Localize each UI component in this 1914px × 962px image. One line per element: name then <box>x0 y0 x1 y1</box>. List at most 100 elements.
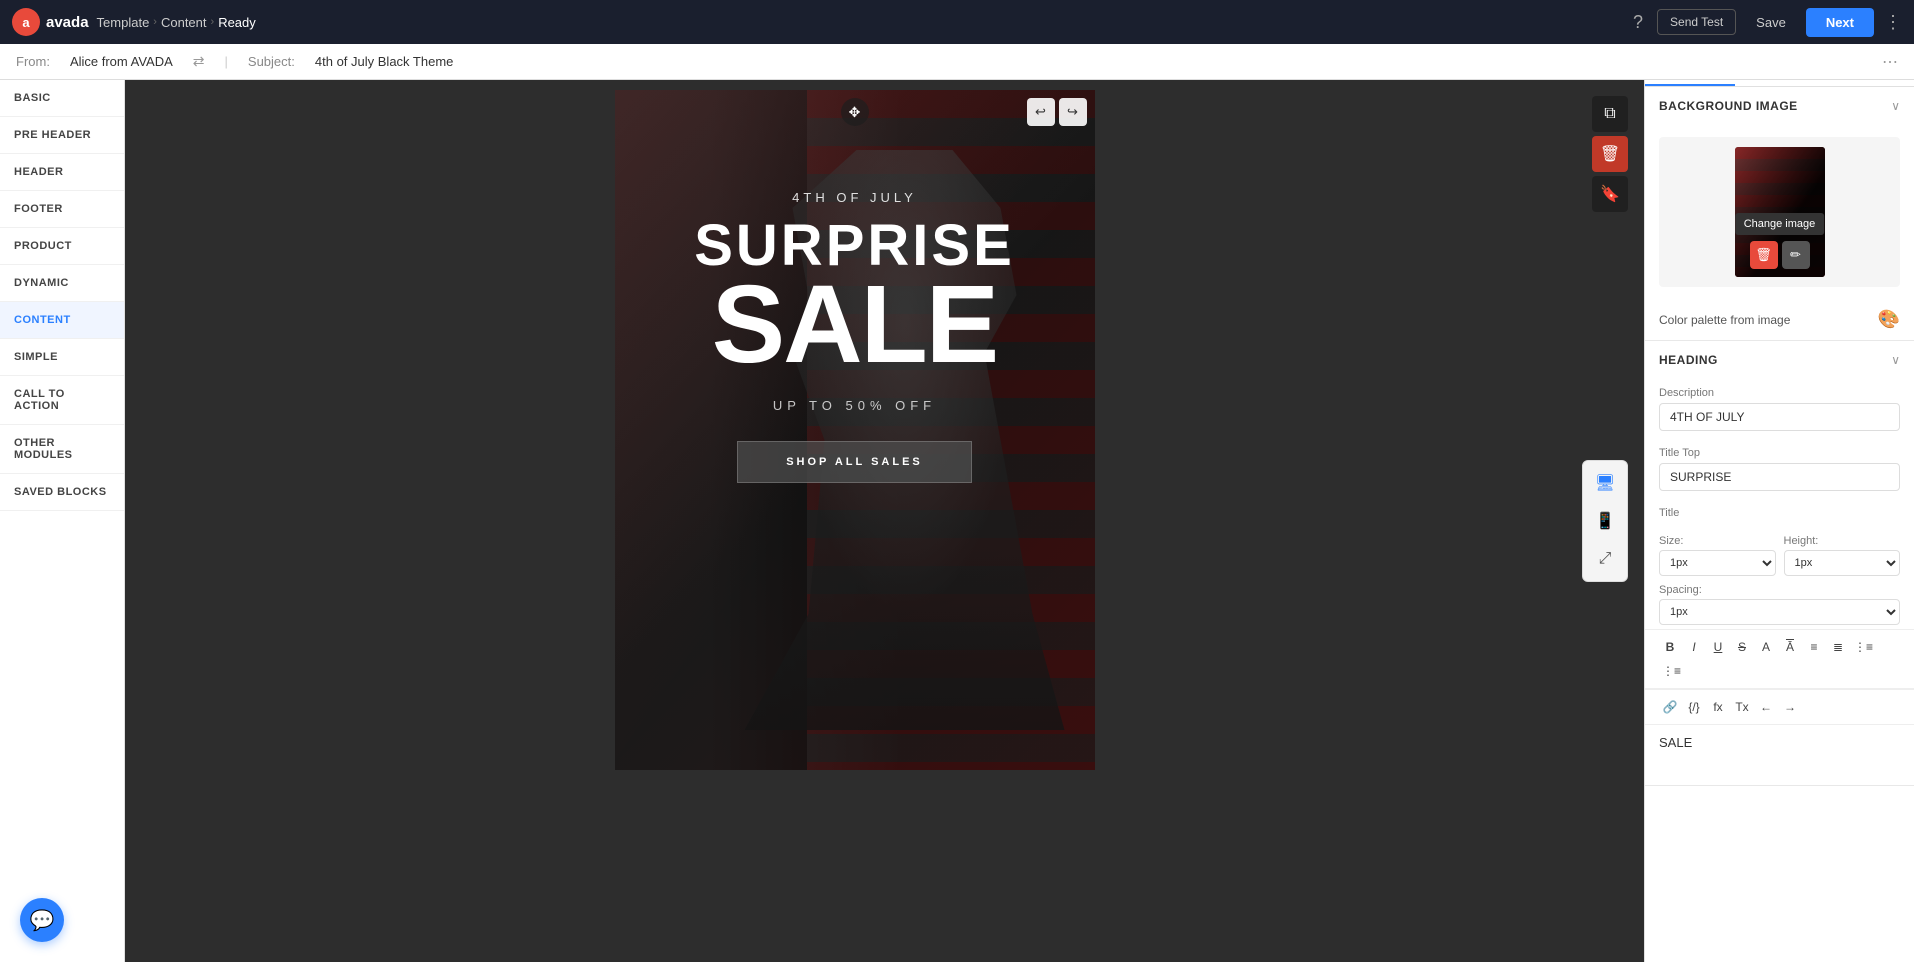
undo-button[interactable]: ↩ <box>1027 98 1055 126</box>
size-height-row: Size: 1px Height: 1px <box>1645 531 1914 580</box>
sidebar-item-other-modules[interactable]: OTHER MODULES <box>0 425 124 474</box>
size-select[interactable]: 1px <box>1659 550 1776 576</box>
height-select[interactable]: 1px <box>1784 550 1901 576</box>
rte-underline[interactable]: U <box>1707 636 1729 658</box>
height-field: Height: 1px <box>1784 535 1901 576</box>
canvas-toolbar: ⧉ 🗑 🔖 <box>1592 96 1628 212</box>
edit-image-button[interactable]: ✏ <box>1782 241 1810 269</box>
from-value: Alice from AVADA <box>70 54 173 69</box>
move-handle[interactable]: ✥ <box>841 98 869 126</box>
bg-image-preview: 🗑 ✏ Change image <box>1659 137 1900 287</box>
sidebar-item-content[interactable]: CONTENT <box>0 302 124 339</box>
rte-indent-right[interactable]: → <box>1779 696 1801 718</box>
left-sidebar: BASIC PRE HEADER HEADER FOOTER PRODUCT D… <box>0 80 125 962</box>
subject-label: Subject: <box>248 54 295 69</box>
size-label: Size: <box>1659 535 1776 547</box>
redo-button[interactable]: ↪ <box>1059 98 1087 126</box>
title-top-label: Title Top <box>1659 447 1900 459</box>
banner-background: 4TH OF JULY SURPRISE SALE UP TO 50% OFF … <box>615 90 1095 770</box>
height-label: Height: <box>1784 535 1901 547</box>
chat-icon: 💬 <box>30 908 55 933</box>
sidebar-item-saved-blocks[interactable]: SAVED BLOCKS <box>0 474 124 511</box>
save-button[interactable]: Save <box>1746 10 1796 35</box>
avada-logo-text: avada <box>46 14 89 31</box>
rte-function[interactable]: fx <box>1707 696 1729 718</box>
rte-italic[interactable]: I <box>1683 636 1705 658</box>
rte-content[interactable]: SALE <box>1645 725 1914 785</box>
rte-strikethrough[interactable]: S <box>1731 636 1753 658</box>
main-canvas: ⧉ 🗑 🔖 ✥ ↩ ↪ 4TH OF JULY <box>125 80 1644 962</box>
sidebar-item-basic[interactable]: BASIC <box>0 80 124 117</box>
delete-block-button[interactable]: 🗑 <box>1592 136 1628 172</box>
description-input[interactable] <box>1659 403 1900 431</box>
breadcrumb-sep-2: › <box>211 16 215 28</box>
rte-link[interactable]: 🔗 <box>1659 696 1681 718</box>
delete-image-button[interactable]: 🗑 <box>1750 241 1778 269</box>
sidebar-item-footer[interactable]: FOOTER <box>0 191 124 228</box>
rte-align-center[interactable]: ≣ <box>1827 636 1849 658</box>
email-preview[interactable]: ✥ ↩ ↪ 4TH OF JULY SURPRISE SALE UP TO 50 <box>615 90 1095 770</box>
email-preview-wrap: ✥ ↩ ↪ 4TH OF JULY SURPRISE SALE UP TO 50 <box>125 80 1584 962</box>
banner-subtitle: 4TH OF JULY <box>792 190 917 205</box>
from-label: From: <box>16 54 50 69</box>
color-palette-row: Color palette from image 🎨 <box>1645 299 1914 340</box>
view-toggle: 🖥 📱 ⤢ <box>1582 460 1628 582</box>
sidebar-item-call-to-action[interactable]: CALL TO ACTION <box>0 376 124 425</box>
topbar-right: ? Send Test Save Next ⋮ <box>1629 8 1902 37</box>
send-test-button[interactable]: Send Test <box>1657 9 1736 35</box>
subject-value: 4th of July Black Theme <box>315 54 454 69</box>
mobile-view-button[interactable]: 📱 <box>1587 503 1623 539</box>
sidebar-item-product[interactable]: PRODUCT <box>0 228 124 265</box>
banner-cta-button[interactable]: SHOP ALL SALES <box>737 441 972 483</box>
description-field: Description <box>1645 379 1914 439</box>
title-field-label: Title <box>1645 499 1914 531</box>
rte-text-format[interactable]: Tx <box>1731 696 1753 718</box>
next-button[interactable]: Next <box>1806 8 1874 37</box>
topbar-left: a avada Template › Content › Ready <box>12 8 256 36</box>
rte-toolbar-row2: 🔗 {/} fx Tx ← → <box>1645 689 1914 725</box>
rte-list-ordered[interactable]: ⋮≡ <box>1659 660 1684 682</box>
breadcrumb-template[interactable]: Template <box>97 15 150 30</box>
fullscreen-button[interactable]: ⤢ <box>1587 541 1623 577</box>
infobar-separator: | <box>225 54 228 69</box>
spacing-select[interactable]: 1px <box>1659 599 1900 625</box>
spacing-row: Spacing: 1px <box>1645 580 1914 629</box>
banner-title-main: SALE <box>712 275 997 374</box>
more-options-button[interactable]: ⋮ <box>1884 12 1902 33</box>
rte-code[interactable]: {/} <box>1683 696 1705 718</box>
breadcrumb-content[interactable]: Content <box>161 15 207 30</box>
rte-bold[interactable]: B <box>1659 636 1681 658</box>
right-panel: ✏ Content 🎨 Style 🎭 Palette Background I… <box>1644 44 1914 962</box>
sidebar-item-simple[interactable]: SIMPLE <box>0 339 124 376</box>
sidebar-item-pre-header[interactable]: PRE HEADER <box>0 117 124 154</box>
save-block-button[interactable]: 🔖 <box>1592 176 1628 212</box>
infobar-more[interactable]: ⋯ <box>1882 52 1898 72</box>
background-image-header[interactable]: Background Image ∨ <box>1645 87 1914 125</box>
heading-section-header[interactable]: Heading ∨ <box>1645 341 1914 379</box>
sidebar-item-dynamic[interactable]: DYNAMIC <box>0 265 124 302</box>
copy-block-button[interactable]: ⧉ <box>1592 96 1628 132</box>
help-button[interactable]: ? <box>1629 8 1647 37</box>
avada-logo-icon: a <box>12 8 40 36</box>
rte-indent-left[interactable]: ← <box>1755 696 1777 718</box>
image-actions: 🗑 ✏ <box>1750 241 1810 269</box>
sync-icon[interactable]: ⇄ <box>193 53 205 70</box>
rte-align-left[interactable]: ≡ <box>1803 636 1825 658</box>
description-label: Description <box>1659 387 1900 399</box>
chat-button[interactable]: 💬 <box>20 898 64 942</box>
size-field: Size: 1px <box>1659 535 1776 576</box>
sidebar-item-header[interactable]: HEADER <box>0 154 124 191</box>
heading-section: Heading ∨ Description Title Top Title Si… <box>1645 341 1914 786</box>
email-banner: 4TH OF JULY SURPRISE SALE UP TO 50% OFF … <box>615 90 1095 770</box>
background-image-chevron: ∨ <box>1891 99 1900 113</box>
rte-font-color[interactable]: A <box>1755 636 1777 658</box>
title-top-input[interactable] <box>1659 463 1900 491</box>
spacing-field: Spacing: 1px <box>1659 584 1900 625</box>
desktop-view-button[interactable]: 🖥 <box>1587 465 1623 501</box>
palette-icon[interactable]: 🎨 <box>1878 309 1900 330</box>
avada-logo: a avada <box>12 8 89 36</box>
rte-list-unordered[interactable]: ⋮≡ <box>1851 636 1876 658</box>
heading-chevron: ∨ <box>1891 353 1900 367</box>
rte-font-bg[interactable]: Ā <box>1779 636 1801 658</box>
title-top-field: Title Top <box>1645 439 1914 499</box>
